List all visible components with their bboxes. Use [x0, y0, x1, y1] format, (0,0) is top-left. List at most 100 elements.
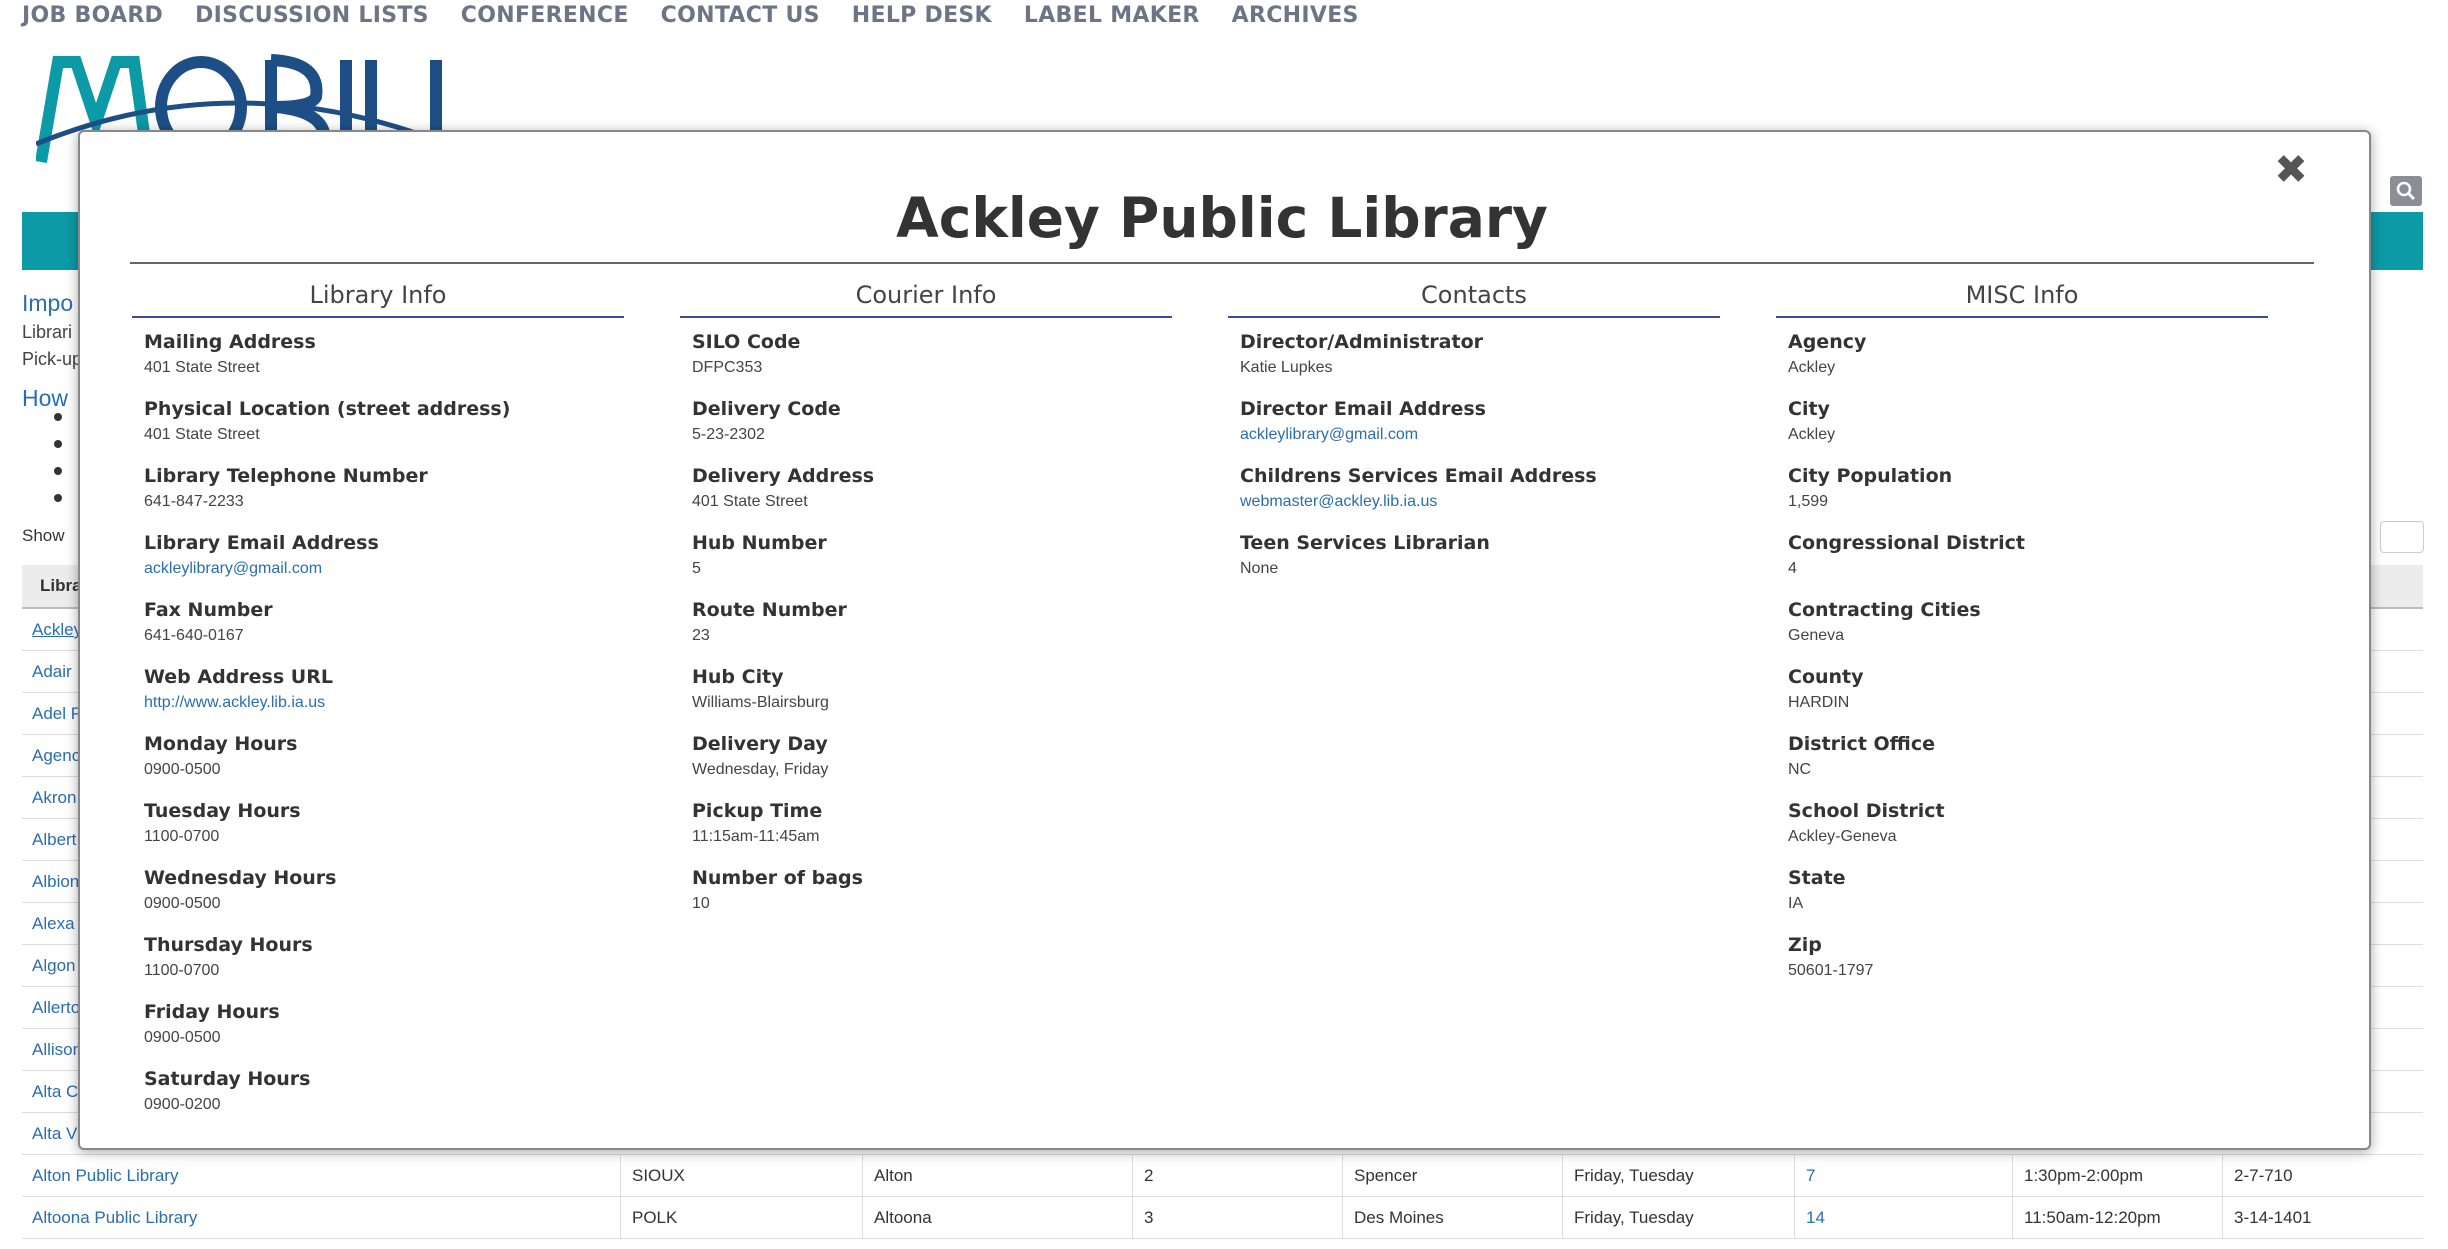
- info-field: Hub Number 5: [680, 529, 1172, 581]
- info-field: Saturday Hours 0900-0200: [132, 1065, 624, 1117]
- modal-title: Ackley Public Library: [896, 186, 1548, 250]
- field-label: Number of bags: [692, 867, 863, 889]
- nav-archives[interactable]: ARCHIVES: [1232, 0, 1359, 34]
- field-label: District Office: [1788, 733, 1936, 755]
- library-link[interactable]: Akron: [32, 788, 76, 808]
- search-button[interactable]: [2390, 176, 2422, 206]
- info-field: Director/Administrator Katie Lupkes: [1228, 328, 1720, 380]
- field-label: State: [1788, 867, 1846, 889]
- info-field: Mailing Address 401 State Street: [132, 328, 624, 380]
- field-value-link[interactable]: webmaster@ackley.lib.ia.us: [1240, 490, 1720, 514]
- how-heading-link[interactable]: How: [22, 385, 68, 412]
- bullet-list: [54, 413, 62, 521]
- field-value: 5-23-2302: [692, 426, 765, 443]
- library-link[interactable]: Altoona Public Library: [32, 1208, 197, 1228]
- county-cell: POLK: [632, 1208, 678, 1227]
- info-field: Director Email Address ackleylibrary@gmai…: [1228, 395, 1720, 447]
- important-heading-link[interactable]: Impo: [22, 290, 73, 317]
- field-value: Williams-Blairsburg: [692, 694, 829, 711]
- field-value: 0900-0500: [144, 761, 221, 778]
- info-field: Library Telephone Number 641-847-2233: [132, 462, 624, 514]
- column-heading: Contacts: [1228, 278, 1720, 318]
- field-value: None: [1240, 560, 1279, 577]
- library-link[interactable]: Alta V: [32, 1124, 77, 1144]
- field-value: 401 State Street: [692, 493, 808, 510]
- field-value: 0900-0500: [144, 1029, 221, 1046]
- table-row: Altoona Public Library POLK Altoona 3 De…: [22, 1197, 2423, 1239]
- field-label: Contracting Cities: [1788, 599, 1981, 621]
- field-label: Director/Administrator: [1240, 331, 1483, 353]
- info-field: Hub City Williams-Blairsburg: [680, 663, 1172, 715]
- nav-contact-us[interactable]: CONTACT US: [661, 0, 820, 34]
- field-value: 1,599: [1788, 493, 1829, 510]
- info-field: Wednesday Hours 0900-0500: [132, 864, 624, 916]
- library-link[interactable]: Alta C: [32, 1082, 78, 1102]
- library-link[interactable]: Agenc: [32, 746, 80, 766]
- info-field: Monday Hours 0900-0500: [132, 730, 624, 782]
- info-field: Zip 50601-1797: [1776, 931, 2268, 983]
- field-label: Tuesday Hours: [144, 800, 301, 822]
- field-label: Friday Hours: [144, 1001, 280, 1023]
- search-icon: [2396, 181, 2416, 201]
- info-field: Web Address URL http://www.ackley.lib.ia.…: [132, 663, 624, 715]
- field-label: SILO Code: [692, 331, 801, 353]
- field-value-link[interactable]: http://www.ackley.lib.ia.us: [144, 691, 624, 715]
- field-label: Route Number: [692, 599, 847, 621]
- county-cell: SIOUX: [632, 1166, 685, 1185]
- field-value: 5: [692, 560, 701, 577]
- field-label: Director Email Address: [1240, 398, 1486, 420]
- library-link[interactable]: Ackley: [32, 620, 82, 640]
- library-link[interactable]: Adel P: [32, 704, 82, 724]
- info-field: School District Ackley-Geneva: [1776, 797, 2268, 849]
- library-link[interactable]: Alton Public Library: [32, 1166, 178, 1186]
- field-value-link[interactable]: ackleylibrary@gmail.com: [144, 557, 624, 581]
- info-field: Tuesday Hours 1100-0700: [132, 797, 624, 849]
- info-field: Friday Hours 0900-0500: [132, 998, 624, 1050]
- library-link[interactable]: Alexa: [32, 914, 75, 934]
- library-link[interactable]: Adair: [32, 662, 72, 682]
- title-divider: [130, 262, 2314, 264]
- field-value: DFPC353: [692, 359, 763, 376]
- info-field: Library Email Address ackleylibrary@gmail…: [132, 529, 624, 581]
- table-row: Alton Public Library SIOUX Alton 2 Spenc…: [22, 1155, 2423, 1197]
- field-label: Delivery Code: [692, 398, 841, 420]
- info-field: Congressional District 4: [1776, 529, 2268, 581]
- info-field: District Office NC: [1776, 730, 2268, 782]
- info-field: Agency Ackley: [1776, 328, 2268, 380]
- field-label: Delivery Day: [692, 733, 828, 755]
- library-link[interactable]: Albion: [32, 872, 79, 892]
- field-value: Ackley: [1788, 426, 1836, 443]
- library-link[interactable]: Algon: [32, 956, 75, 976]
- field-value: 0900-0500: [144, 895, 221, 912]
- field-label: School District: [1788, 800, 1945, 822]
- library-link[interactable]: Allison: [32, 1040, 82, 1060]
- field-label: City: [1788, 398, 1830, 420]
- library-link[interactable]: Albert: [32, 830, 76, 850]
- nav-label-maker[interactable]: LABEL MAKER: [1024, 0, 1200, 34]
- column-heading: Library Info: [132, 278, 624, 318]
- field-label: Saturday Hours: [144, 1068, 311, 1090]
- table-search-input[interactable]: [2380, 521, 2424, 553]
- top-navigation: JOB BOARD DISCUSSION LISTS CONFERENCE CO…: [22, 0, 1391, 34]
- route-link[interactable]: 7: [1806, 1166, 1815, 1186]
- field-value: HARDIN: [1788, 694, 1850, 711]
- field-label: Wednesday Hours: [144, 867, 337, 889]
- hub-cell: Des Moines: [1354, 1208, 1444, 1227]
- field-label: Fax Number: [144, 599, 273, 621]
- field-value-link[interactable]: ackleylibrary@gmail.com: [1240, 423, 1720, 447]
- field-value: 401 State Street: [144, 426, 260, 443]
- route-link[interactable]: 14: [1806, 1208, 1825, 1228]
- field-value: 10: [692, 895, 710, 912]
- field-label: Zip: [1788, 934, 1822, 956]
- nav-conference[interactable]: CONFERENCE: [461, 0, 629, 34]
- field-label: Library Email Address: [144, 532, 379, 554]
- info-field: County HARDIN: [1776, 663, 2268, 715]
- nav-help-desk[interactable]: HELP DESK: [852, 0, 992, 34]
- close-icon[interactable]: ✖: [2273, 150, 2309, 190]
- nav-discussion-lists[interactable]: DISCUSSION LISTS: [195, 0, 429, 34]
- library-link[interactable]: Allerto: [32, 998, 80, 1018]
- field-label: County: [1788, 666, 1864, 688]
- field-value: Ackley: [1788, 359, 1836, 376]
- nav-job-board[interactable]: JOB BOARD: [22, 0, 163, 34]
- city-cell: Altoona: [874, 1208, 932, 1227]
